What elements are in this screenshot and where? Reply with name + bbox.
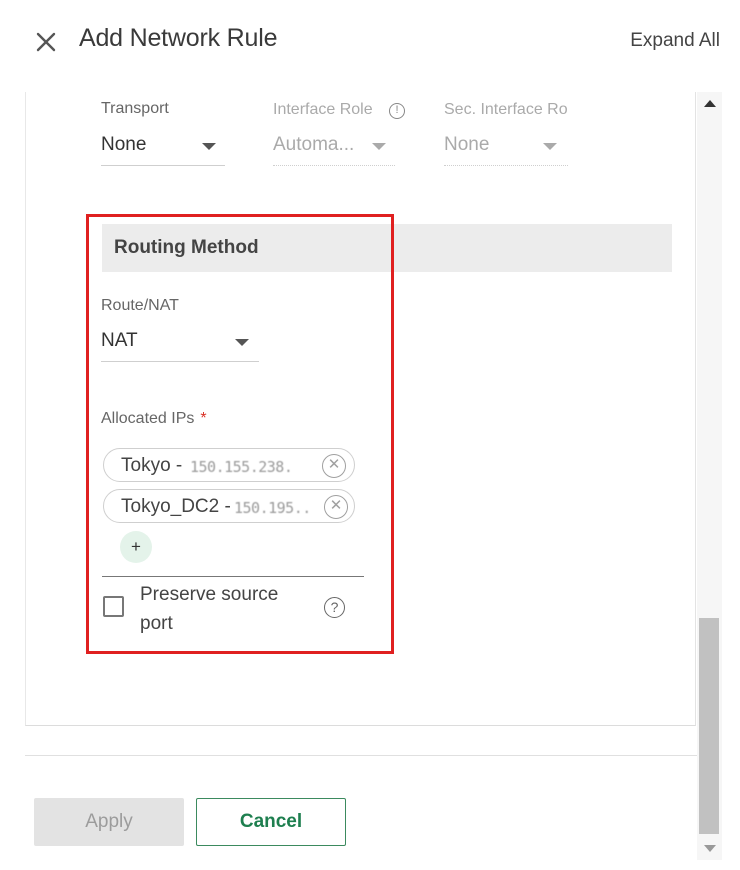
chevron-down-icon [543, 143, 557, 150]
info-icon: ! [389, 103, 405, 119]
page-title: Add Network Rule [79, 24, 278, 52]
chevron-down-icon [372, 143, 386, 150]
route-nat-value: NAT [101, 330, 138, 351]
chip-label: Tokyo - [121, 455, 183, 476]
interface-role-value: Automa... [273, 134, 355, 155]
footer-divider [25, 755, 697, 756]
route-nat-select[interactable]: NAT [101, 322, 259, 362]
remove-chip-icon[interactable]: ✕ [322, 454, 346, 478]
routing-method-title: Routing Method [114, 237, 259, 258]
scroll-down-arrow-icon[interactable] [704, 845, 716, 852]
transport-label: Transport [101, 100, 169, 117]
interface-role-select[interactable]: Automa... [273, 126, 395, 166]
scrollbar-thumb[interactable] [699, 618, 719, 834]
preserve-source-port-checkbox[interactable] [103, 596, 124, 617]
rule-form-panel: Transport None Interface Role ! Automa..… [25, 92, 696, 726]
transport-value: None [101, 134, 147, 155]
remove-chip-icon[interactable]: ✕ [324, 495, 348, 519]
scrollbar[interactable] [697, 92, 722, 860]
chevron-down-icon [235, 339, 249, 346]
expand-all-link[interactable]: Expand All [630, 30, 720, 52]
apply-button[interactable]: Apply [34, 798, 184, 846]
allocated-ip-chip[interactable]: Tokyo - 150.155.238. ✕ [103, 448, 355, 482]
sec-interface-role-value: None [444, 134, 490, 155]
allocated-ip-chip[interactable]: Tokyo_DC2 - 150.195.. ✕ [103, 489, 355, 523]
chip-ip-value: 150.155.238. [190, 458, 293, 476]
chip-ip-value: 150.195.. [234, 499, 311, 517]
sec-interface-role-select[interactable]: None [444, 126, 568, 166]
add-ip-button[interactable]: + [120, 531, 152, 563]
allocated-ips-label: Allocated IPs * [101, 410, 207, 427]
sec-interface-role-label: Sec. Interface Ro [444, 101, 568, 118]
preserve-source-port-label: Preserve source port [140, 584, 279, 634]
chip-label: Tokyo_DC2 - [121, 496, 231, 517]
close-icon[interactable] [32, 28, 60, 56]
divider [102, 576, 364, 577]
routing-method-header: Routing Method [102, 224, 672, 272]
transport-select[interactable]: None [101, 126, 225, 166]
help-icon[interactable]: ? [324, 597, 345, 618]
scroll-up-arrow-icon[interactable] [704, 100, 716, 107]
cancel-button[interactable]: Cancel [196, 798, 346, 846]
chevron-down-icon [202, 143, 216, 150]
route-nat-label: Route/NAT [101, 297, 179, 314]
interface-role-label: Interface Role [273, 101, 373, 118]
required-marker: * [200, 410, 207, 427]
